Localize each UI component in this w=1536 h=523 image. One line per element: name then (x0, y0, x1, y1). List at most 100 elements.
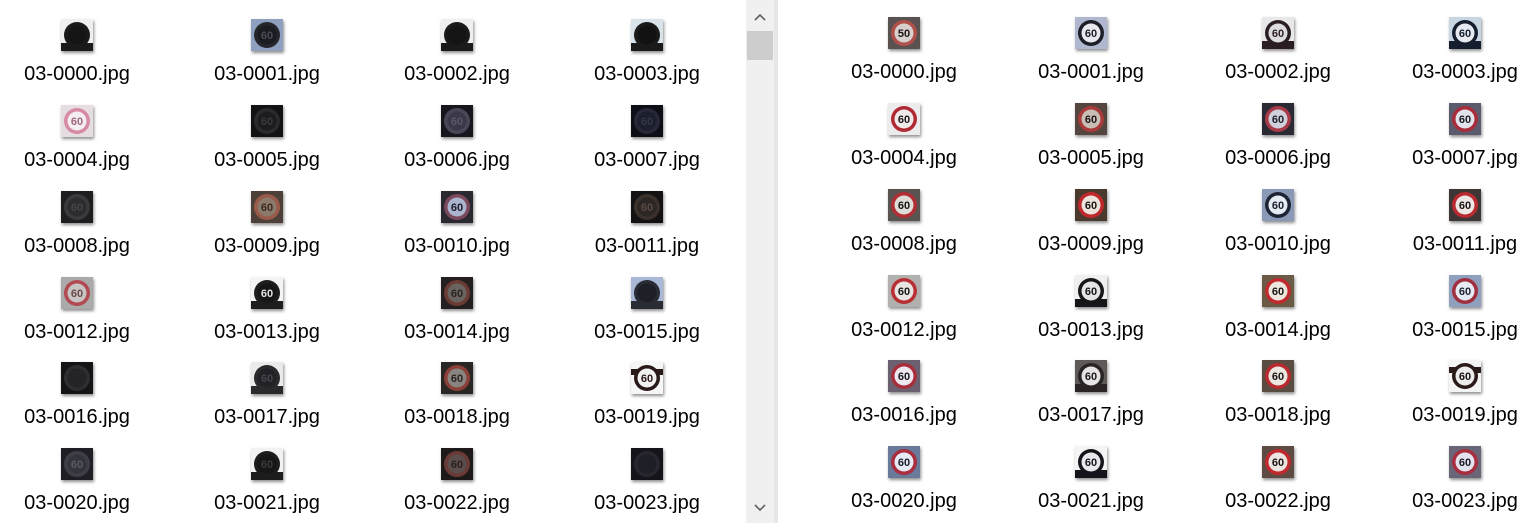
file-name-label: 03-0017.jpg (1038, 404, 1144, 426)
sign-digits: 60 (1459, 371, 1471, 383)
file-item[interactable]: 60 03-0006.jpg (1198, 103, 1358, 187)
sign-digits: 60 (1272, 286, 1284, 298)
image-thumbnail: 60 (1449, 103, 1481, 135)
file-item[interactable]: 60 03-0005.jpg (187, 105, 347, 189)
scroll-up-button[interactable] (746, 2, 774, 32)
image-thumbnail: 60 (1262, 103, 1294, 135)
file-item[interactable]: 60 03-0005.jpg (1011, 103, 1171, 187)
file-item[interactable]: 60 03-0014.jpg (1198, 275, 1358, 359)
image-thumbnail: 60 (631, 362, 663, 394)
file-item[interactable]: 60 03-0014.jpg (377, 277, 537, 361)
file-item[interactable]: 60 03-0009.jpg (1011, 189, 1171, 273)
file-item[interactable]: 60 03-0001.jpg (1011, 17, 1171, 101)
file-item[interactable]: 60 03-0011.jpg (1385, 189, 1536, 273)
file-item[interactable]: 60 03-0021.jpg (1011, 446, 1171, 523)
file-item[interactable]: 60 03-0008.jpg (824, 189, 984, 273)
file-item[interactable]: 03-0003.jpg (567, 19, 727, 103)
image-thumbnail (631, 19, 663, 51)
file-item[interactable]: 60 03-0007.jpg (1385, 103, 1536, 187)
file-name-label: 03-0017.jpg (214, 406, 320, 428)
file-item[interactable]: 60 03-0013.jpg (1011, 275, 1171, 359)
sign-digits: 60 (641, 116, 653, 128)
sign-digits: 60 (1459, 457, 1471, 469)
file-item[interactable]: 60 03-0012.jpg (824, 275, 984, 359)
sign-digits: 60 (71, 459, 83, 471)
file-item[interactable]: 60 03-0009.jpg (187, 191, 347, 275)
file-item[interactable]: 03-0002.jpg (377, 19, 537, 103)
file-name-label: 03-0023.jpg (1412, 490, 1518, 512)
file-item[interactable]: 60 03-0018.jpg (1198, 360, 1358, 444)
sign-digits: 60 (1085, 371, 1097, 383)
file-item[interactable]: 60 03-0001.jpg (187, 19, 347, 103)
image-thumbnail: 60 (1262, 360, 1294, 392)
file-name-label: 03-0001.jpg (214, 63, 320, 85)
file-item[interactable]: 60 03-0021.jpg (187, 448, 347, 523)
file-item[interactable]: 60 03-0020.jpg (0, 448, 157, 523)
file-item[interactable]: 60 03-0012.jpg (0, 277, 157, 361)
sign-digits: 60 (71, 288, 83, 300)
file-item[interactable]: 50 03-0000.jpg (824, 17, 984, 101)
sign-digits: 60 (451, 202, 463, 214)
speed-limit-sign-icon: 60 (251, 19, 283, 51)
image-thumbnail: 60 (888, 446, 920, 478)
file-name-label: 03-0009.jpg (1038, 233, 1144, 255)
speed-limit-sign-icon: 60 (1449, 360, 1481, 392)
vertical-scrollbar[interactable] (746, 0, 774, 523)
file-item[interactable]: 60 03-0020.jpg (824, 446, 984, 523)
scrollbar-thumb[interactable] (747, 31, 773, 60)
file-item[interactable]: 03-0015.jpg (567, 277, 727, 361)
speed-limit-sign-icon: 50 (888, 17, 920, 49)
left-file-pane: 03-0000.jpg 60 03-0001.jpg 03-0002.jpg 03-00… (0, 0, 746, 523)
file-item[interactable]: 60 03-0003.jpg (1385, 17, 1536, 101)
file-item[interactable]: 60 03-0019.jpg (567, 362, 727, 446)
file-item[interactable]: 03-0016.jpg (0, 362, 157, 446)
file-item[interactable]: 60 03-0002.jpg (1198, 17, 1358, 101)
image-thumbnail: 60 (1075, 17, 1107, 49)
speed-limit-sign-icon: 60 (1449, 189, 1481, 221)
file-item[interactable]: 60 03-0013.jpg (187, 277, 347, 361)
image-thumbnail: 60 (1449, 17, 1481, 49)
file-item[interactable]: 60 03-0004.jpg (0, 105, 157, 189)
image-thumbnail: 60 (1262, 275, 1294, 307)
file-item[interactable]: 60 03-0017.jpg (187, 362, 347, 446)
speed-limit-sign-icon: 60 (251, 362, 283, 394)
file-item[interactable]: 60 03-0004.jpg (824, 103, 984, 187)
file-item[interactable]: 60 03-0022.jpg (1198, 446, 1358, 523)
file-item[interactable]: 60 03-0010.jpg (377, 191, 537, 275)
file-name-label: 03-0007.jpg (594, 149, 700, 171)
file-name-label: 03-0019.jpg (1412, 404, 1518, 426)
sign-digits: 60 (898, 371, 910, 383)
sign-digits: 60 (1459, 28, 1471, 40)
file-item[interactable]: 60 03-0017.jpg (1011, 360, 1171, 444)
file-name-label: 03-0012.jpg (851, 319, 957, 341)
scroll-down-button[interactable] (746, 493, 774, 523)
file-item[interactable]: 60 03-0016.jpg (824, 360, 984, 444)
sign-digits: 60 (898, 200, 910, 212)
file-item[interactable]: 60 03-0006.jpg (377, 105, 537, 189)
sign-digits: 60 (1272, 200, 1284, 212)
file-item[interactable]: 60 03-0008.jpg (0, 191, 157, 275)
file-item[interactable]: 60 03-0018.jpg (377, 362, 537, 446)
sign-digits: 60 (1085, 286, 1097, 298)
speed-limit-sign-icon: 60 (888, 360, 920, 392)
file-item[interactable]: 60 03-0007.jpg (567, 105, 727, 189)
file-item[interactable]: 60 03-0011.jpg (567, 191, 727, 275)
image-thumbnail (61, 362, 93, 394)
image-thumbnail: 60 (441, 191, 473, 223)
file-item[interactable]: 60 03-0023.jpg (1385, 446, 1536, 523)
image-thumbnail: 60 (888, 189, 920, 221)
image-thumbnail: 60 (441, 448, 473, 480)
sign-digits: 60 (71, 202, 83, 214)
file-name-label: 03-0005.jpg (214, 149, 320, 171)
file-item[interactable]: 03-0023.jpg (567, 448, 727, 523)
file-item[interactable]: 60 03-0019.jpg (1385, 360, 1536, 444)
file-item[interactable]: 60 03-0010.jpg (1198, 189, 1358, 273)
speed-limit-sign-icon (631, 19, 663, 51)
image-thumbnail: 60 (1449, 446, 1481, 478)
speed-limit-sign-icon: 60 (251, 277, 283, 309)
file-item[interactable]: 03-0000.jpg (0, 19, 157, 103)
file-name-label: 03-0013.jpg (214, 321, 320, 343)
file-item[interactable]: 60 03-0022.jpg (377, 448, 537, 523)
file-item[interactable]: 60 03-0015.jpg (1385, 275, 1536, 359)
file-name-label: 03-0011.jpg (1412, 233, 1518, 255)
